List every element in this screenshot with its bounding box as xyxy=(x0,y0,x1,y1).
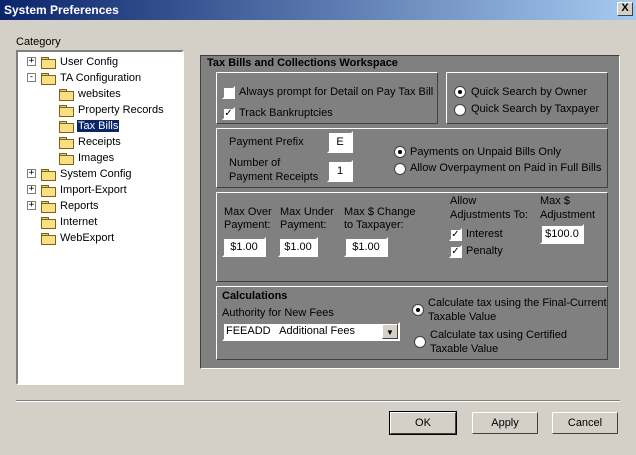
quick-search-group xyxy=(446,72,608,124)
collapse-ta-config-icon[interactable]: - xyxy=(27,73,36,82)
workspace-title: Tax Bills and Collections Workspace xyxy=(207,57,398,69)
penalty-checkbox[interactable]: ✓ xyxy=(449,245,462,258)
folder-icon xyxy=(40,184,56,198)
cancel-button[interactable]: Cancel xyxy=(552,412,618,434)
quick-search-owner-label: Quick Search by Owner xyxy=(471,86,588,98)
apply-button[interactable]: Apply xyxy=(472,412,538,434)
quick-search-taxpayer-label: Quick Search by Taxpayer xyxy=(471,103,600,115)
expand-reports-icon[interactable]: + xyxy=(27,201,36,210)
num-receipts-label-1: Number of xyxy=(229,157,281,169)
max-adj-label-1: Max $ xyxy=(540,195,570,207)
folder-icon xyxy=(58,120,74,134)
max-over-label-1: Max Over xyxy=(224,206,272,218)
tree-item-system-config[interactable]: System Config xyxy=(40,166,133,182)
quick-search-owner-radio[interactable] xyxy=(454,86,466,98)
track-bankruptcies-label: Track Bankruptcies xyxy=(239,107,333,119)
max-change-label-1: Max $ Change xyxy=(344,206,416,218)
tree-item-import-export[interactable]: Import-Export xyxy=(40,182,128,198)
allow-adj-label-1: Allow xyxy=(450,195,477,207)
tree-item-internet[interactable]: Internet xyxy=(40,214,98,230)
window-title: System Preferences xyxy=(4,3,119,17)
penalty-label: Penalty xyxy=(466,245,503,257)
folder-icon xyxy=(58,136,74,150)
calc-final-label-2: Taxable Value xyxy=(428,311,497,323)
interest-label: Interest xyxy=(466,228,503,240)
close-button[interactable]: X xyxy=(617,2,633,16)
authority-value: FEEADD Additional Fees xyxy=(226,325,356,337)
window-title-bar: System Preferences xyxy=(0,0,636,20)
max-over-input[interactable]: $1.00 xyxy=(222,237,266,257)
calc-certified-radio[interactable] xyxy=(414,336,426,348)
max-under-input[interactable]: $1.00 xyxy=(278,237,318,257)
folder-icon xyxy=(40,168,56,182)
tree-item-ta-configuration[interactable]: TA Configuration xyxy=(40,70,142,86)
folder-icon xyxy=(40,216,56,230)
payments-unpaid-label: Payments on Unpaid Bills Only xyxy=(410,146,562,158)
authority-label: Authority for New Fees xyxy=(222,307,334,319)
max-adj-label-2: Adjustment xyxy=(540,209,596,221)
footer-separator xyxy=(16,400,620,402)
calc-certified-label-1: Calculate tax using Certified xyxy=(430,329,567,341)
tree-item-reports[interactable]: Reports xyxy=(40,198,100,214)
folder-icon xyxy=(40,72,56,86)
folder-icon xyxy=(58,104,74,118)
tree-item-webexport[interactable]: WebExport xyxy=(40,230,115,246)
payments-unpaid-radio[interactable] xyxy=(394,146,406,158)
ok-button[interactable]: OK xyxy=(389,411,457,435)
max-change-label-2: to Taxpayer: xyxy=(344,219,404,231)
quick-search-taxpayer-radio[interactable] xyxy=(454,104,466,116)
always-prompt-label: Always prompt for Detail on Pay Tax Bill xyxy=(239,86,434,98)
max-under-label-1: Max Under xyxy=(280,206,334,218)
payment-prefix-label: Payment Prefix xyxy=(229,136,304,148)
max-under-label-2: Payment: xyxy=(280,219,327,231)
close-icon: X xyxy=(621,2,629,14)
track-bankruptcies-checkbox[interactable]: ✓ xyxy=(222,107,235,120)
expand-import-export-icon[interactable]: + xyxy=(27,185,36,194)
folder-icon xyxy=(40,200,56,214)
max-over-label-2: Payment: xyxy=(224,219,271,231)
folder-icon xyxy=(40,232,56,246)
tree-item-property-records[interactable]: Property Records xyxy=(58,102,165,118)
chevron-down-icon[interactable]: ▼ xyxy=(382,324,398,339)
expand-system-config-icon[interactable]: + xyxy=(27,169,36,178)
tree-item-tax-bills[interactable]: Tax Bills xyxy=(58,118,120,134)
calculations-title: Calculations xyxy=(222,290,288,302)
always-prompt-checkbox[interactable] xyxy=(222,86,235,99)
folder-icon xyxy=(58,152,74,166)
tree-item-user-config[interactable]: User Config xyxy=(40,54,119,70)
calc-final-radio[interactable] xyxy=(412,304,424,316)
num-receipts-input[interactable]: 1 xyxy=(327,160,353,182)
tree-item-websites[interactable]: websites xyxy=(58,86,122,102)
authority-dropdown[interactable]: FEEADD Additional Fees ▼ xyxy=(222,322,400,341)
calc-certified-label-2: Taxable Value xyxy=(430,343,499,355)
max-adj-input[interactable]: $100.0 xyxy=(540,224,584,244)
interest-checkbox[interactable]: ✓ xyxy=(449,228,462,241)
allow-adj-label-2: Adjustments To: xyxy=(450,209,529,221)
payment-prefix-input[interactable]: E xyxy=(327,131,353,153)
allow-overpayment-radio[interactable] xyxy=(394,163,406,175)
folder-icon xyxy=(40,56,56,70)
tree-item-images[interactable]: Images xyxy=(58,150,115,166)
allow-overpayment-label: Allow Overpayment on Paid in Full Bills xyxy=(410,162,602,174)
max-change-input[interactable]: $1.00 xyxy=(344,237,388,257)
num-receipts-label-2: Payment Receipts xyxy=(229,171,319,183)
calc-final-label-1: Calculate tax using the Final-Current xyxy=(428,297,607,309)
expand-user-config-icon[interactable]: + xyxy=(27,57,36,66)
folder-icon xyxy=(58,88,74,102)
tree-item-receipts[interactable]: Receipts xyxy=(58,134,122,150)
category-label: Category xyxy=(16,36,61,48)
category-tree[interactable]: + User Config - TA Configuration website… xyxy=(16,50,184,385)
